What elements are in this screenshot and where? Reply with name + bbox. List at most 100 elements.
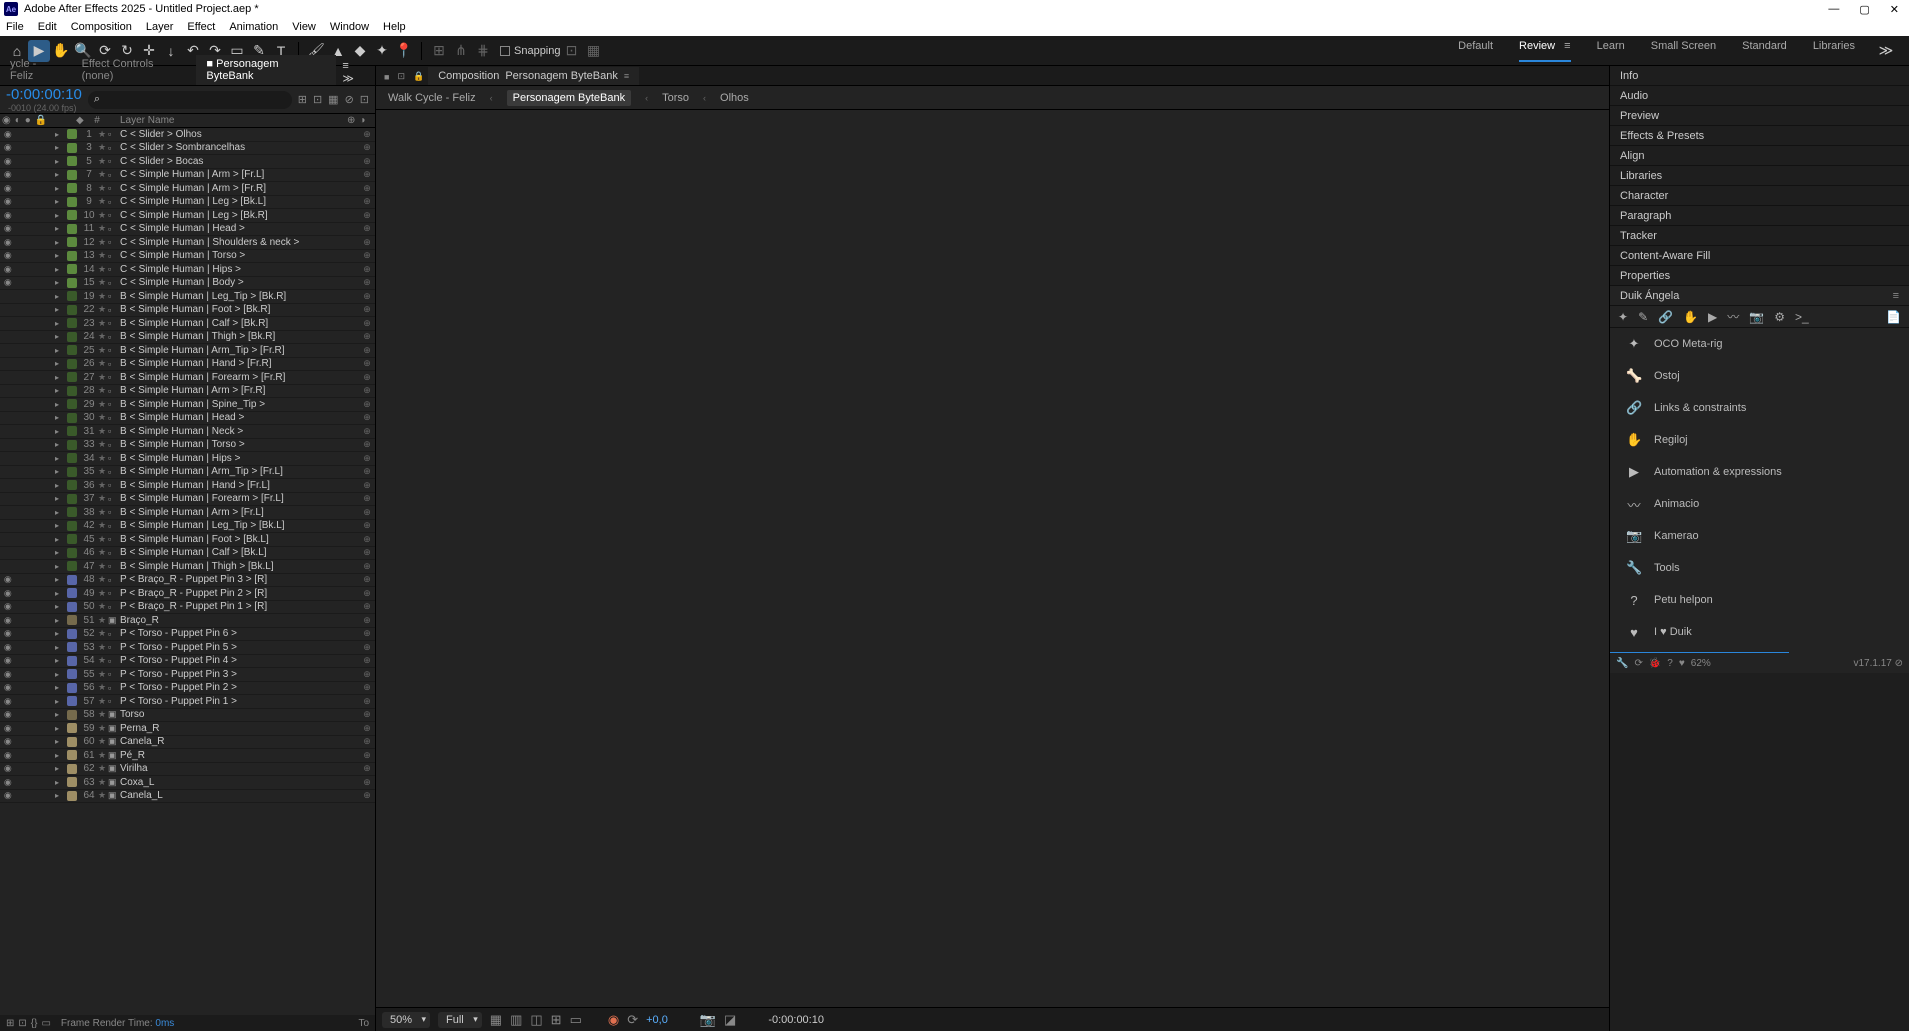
workspace-default[interactable]: Default: [1458, 40, 1493, 62]
shy-toggle[interactable]: ★: [98, 156, 108, 167]
layer-row[interactable]: ◉▸52★▫P < Torso - Puppet Pin 6 >⊕: [0, 628, 375, 642]
layer-row[interactable]: ◉▸7★▫C < Simple Human | Arm > [Fr.L]⊕: [0, 169, 375, 183]
shy-toggle[interactable]: ★: [98, 412, 108, 423]
layer-row[interactable]: ◉▸14★▫C < Simple Human | Hips >⊕: [0, 263, 375, 277]
layer-name[interactable]: Canela_L: [120, 790, 359, 801]
snapping-toggle[interactable]: Snapping: [500, 45, 561, 57]
minimize-button[interactable]: —: [1828, 3, 1839, 16]
expand-toggle[interactable]: ▸: [50, 238, 64, 247]
layer-name[interactable]: C < Slider > Bocas: [120, 156, 359, 167]
layer-search[interactable]: ⌕: [88, 91, 292, 109]
layer-name[interactable]: C < Simple Human | Head >: [120, 223, 359, 234]
workspace-menu-icon[interactable]: ≫: [1875, 40, 1897, 62]
layer-row[interactable]: ▸23★▫B < Simple Human | Calf > [Bk.R]⊕: [0, 317, 375, 331]
parent-pickwhip-icon[interactable]: ⊕: [359, 615, 375, 626]
layer-name[interactable]: B < Simple Human | Foot > [Bk.R]: [120, 304, 359, 315]
layer-name[interactable]: C < Simple Human | Arm > [Fr.R]: [120, 183, 359, 194]
shy-toggle[interactable]: ★: [98, 129, 108, 140]
layer-name[interactable]: B < Simple Human | Hand > [Fr.R]: [120, 358, 359, 369]
menu-composition[interactable]: Composition: [71, 21, 132, 33]
panel-paragraph[interactable]: Paragraph: [1610, 206, 1909, 226]
expand-toggle[interactable]: ▸: [50, 305, 64, 314]
layer-row[interactable]: ◉▸15★▫C < Simple Human | Body >⊕: [0, 277, 375, 291]
layer-name[interactable]: C < Simple Human | Shoulders & neck >: [120, 237, 359, 248]
parent-pickwhip-icon[interactable]: ⊕: [359, 250, 375, 261]
comp-tab-menu-icon[interactable]: ≡: [624, 71, 629, 81]
expand-toggle[interactable]: ▸: [50, 373, 64, 382]
layer-name[interactable]: B < Simple Human | Thigh > [Bk.R]: [120, 331, 359, 342]
parent-pickwhip-icon[interactable]: ⊕: [359, 277, 375, 288]
layer-name[interactable]: B < Simple Human | Arm > [Fr.R]: [120, 385, 359, 396]
visibility-toggle[interactable]: ◉: [3, 655, 13, 666]
magnification-dropdown[interactable]: 50%: [382, 1012, 430, 1028]
visibility-toggle[interactable]: ◉: [3, 588, 13, 599]
shy-toggle[interactable]: ★: [98, 439, 108, 450]
parent-pickwhip-icon[interactable]: ⊕: [359, 142, 375, 153]
visibility-toggle[interactable]: ◉: [3, 615, 13, 626]
menu-help[interactable]: Help: [383, 21, 406, 33]
menu-edit[interactable]: Edit: [38, 21, 57, 33]
parent-pickwhip-icon[interactable]: ⊕: [359, 291, 375, 302]
expand-toggle[interactable]: ▸: [50, 359, 64, 368]
comp-tab-icon1[interactable]: ■: [380, 69, 393, 85]
layer-row[interactable]: ◉▸13★▫C < Simple Human | Torso >⊕: [0, 250, 375, 264]
layer-row[interactable]: ◉▸48★▫P < Braço_R - Puppet Pin 3 > [R]⊕: [0, 574, 375, 588]
expand-toggle[interactable]: ▸: [50, 602, 64, 611]
shy-toggle[interactable]: ★: [98, 277, 108, 288]
shy-toggle[interactable]: ★: [98, 304, 108, 315]
color-label[interactable]: [67, 669, 77, 679]
shy-toggle[interactable]: ★: [98, 709, 108, 720]
expand-toggle[interactable]: ▸: [50, 251, 64, 260]
color-label[interactable]: [67, 156, 77, 166]
parent-pickwhip-icon[interactable]: ⊕: [359, 642, 375, 653]
shy-toggle[interactable]: ★: [98, 534, 108, 545]
duik-item-oco-meta-rig[interactable]: ✦OCO Meta-rig: [1610, 328, 1909, 360]
expand-toggle[interactable]: ▸: [50, 184, 64, 193]
duik-refresh-icon[interactable]: ⟳: [1634, 658, 1642, 669]
puppet-tool[interactable]: 📍: [393, 40, 415, 62]
align-tool[interactable]: ⊞: [428, 40, 450, 62]
shy-toggle[interactable]: ★: [98, 574, 108, 585]
parent-pickwhip-icon[interactable]: ⊕: [359, 520, 375, 531]
layer-name[interactable]: P < Braço_R - Puppet Pin 3 > [R]: [120, 574, 359, 585]
duik-hand-icon[interactable]: ✋: [1683, 310, 1698, 324]
parent-pickwhip-icon[interactable]: ⊕: [359, 399, 375, 410]
layer-row[interactable]: ▸34★▫B < Simple Human | Hips >⊕: [0, 452, 375, 466]
color-label[interactable]: [67, 683, 77, 693]
shy-toggle[interactable]: ★: [98, 453, 108, 464]
layer-row[interactable]: ◉▸60★▣Canela_R⊕: [0, 736, 375, 750]
expand-toggle[interactable]: ▸: [50, 589, 64, 598]
layer-name[interactable]: B < Simple Human | Forearm > [Fr.R]: [120, 372, 359, 383]
tab-menu-icon[interactable]: ≡ ≫: [336, 60, 375, 85]
expand-toggle[interactable]: ▸: [50, 143, 64, 152]
layer-row[interactable]: ▸45★▫B < Simple Human | Foot > [Bk.L]⊕: [0, 533, 375, 547]
layer-row[interactable]: ▸19★▫B < Simple Human | Leg_Tip > [Bk.R]…: [0, 290, 375, 304]
layer-row[interactable]: ◉▸8★▫C < Simple Human | Arm > [Fr.R]⊕: [0, 182, 375, 196]
parent-pickwhip-icon[interactable]: ⊕: [359, 453, 375, 464]
duik-home-icon[interactable]: ✦: [1618, 310, 1628, 324]
expand-toggle[interactable]: ▸: [50, 616, 64, 625]
expand-toggle[interactable]: ▸: [50, 643, 64, 652]
expand-toggle[interactable]: ▸: [50, 521, 64, 530]
color-label[interactable]: [67, 737, 77, 747]
expand-toggle[interactable]: ▸: [50, 467, 64, 476]
shy-toggle[interactable]: ★: [98, 169, 108, 180]
transparency-grid-icon[interactable]: ▦: [490, 1012, 502, 1028]
visibility-toggle[interactable]: ◉: [3, 682, 13, 693]
panel-preview[interactable]: Preview: [1610, 106, 1909, 126]
shy-toggle[interactable]: ★: [98, 345, 108, 356]
layer-name[interactable]: P < Braço_R - Puppet Pin 1 > [R]: [120, 601, 359, 612]
parent-pickwhip-icon[interactable]: ⊕: [359, 655, 375, 666]
parent-pickwhip-icon[interactable]: ⊕: [359, 790, 375, 801]
color-label[interactable]: [67, 197, 77, 207]
shy-toggle[interactable]: ★: [98, 682, 108, 693]
color-label[interactable]: [67, 440, 77, 450]
layer-name[interactable]: C < Simple Human | Torso >: [120, 250, 359, 261]
expand-toggle[interactable]: ▸: [50, 130, 64, 139]
expand-toggle[interactable]: ▸: [50, 791, 64, 800]
layer-row[interactable]: ▸25★▫B < Simple Human | Arm_Tip > [Fr.R]…: [0, 344, 375, 358]
layer-name[interactable]: Canela_R: [120, 736, 359, 747]
panel-libraries[interactable]: Libraries: [1610, 166, 1909, 186]
layer-row[interactable]: ▸42★▫B < Simple Human | Leg_Tip > [Bk.L]…: [0, 520, 375, 534]
expand-toggle[interactable]: ▸: [50, 454, 64, 463]
